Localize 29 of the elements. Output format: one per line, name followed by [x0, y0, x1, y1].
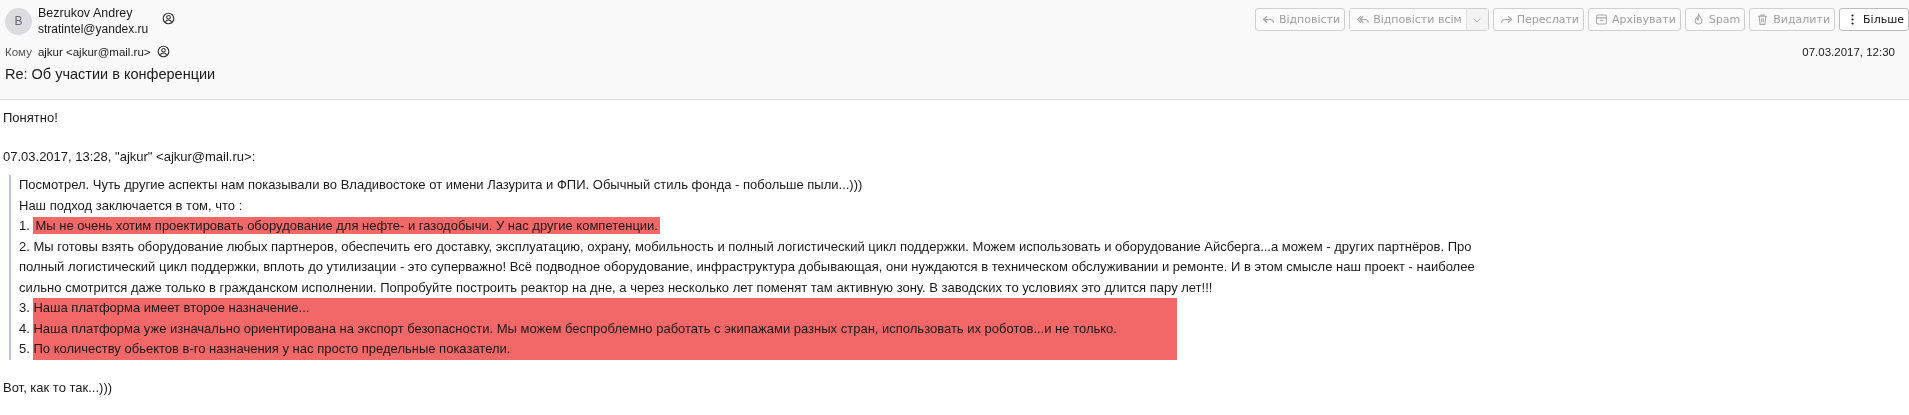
email-date: 07.03.2017, 12:30: [1802, 45, 1895, 58]
quote-attribution: 07.03.2017, 13:28, "ajkur" <ajkur@mail.ru>:: [3, 147, 257, 166]
quote-text: Посмотрел. Чуть другие аспекты нам показывали во Владивостоке от имени Лазурита и ФПИ. Обычный стиль фонда - побольше пыли...))): [19, 176, 864, 194]
sender-name: Bezrukov Andrey: [38, 6, 134, 20]
highlighted-text: Наша платформа имеет второе назначение...: [33, 299, 311, 317]
highlighted-text: Мы не очень хотим проектировать оборудование для нефте- и газодобычи. У нас другие компетенции.: [33, 217, 660, 234]
highlighted-text: По количеству обьектов в-го назначения у нас просто предельные показатели.: [33, 340, 512, 358]
quote-text: Наш подход заключается в том, что :: [19, 196, 244, 215]
reply-icon: [1261, 13, 1275, 26]
reply-all-icon: [1356, 13, 1370, 26]
contact-icon: [156, 45, 170, 58]
trash-icon: [1756, 13, 1770, 26]
archive-icon: [1595, 13, 1608, 26]
more-button[interactable]: Більше: [1839, 8, 1909, 31]
recipient-address: ajkur <ajkur@mail.ru>: [37, 45, 151, 58]
quote-text: Вот, как то так...))): [3, 378, 114, 397]
list-number: 3.: [19, 299, 31, 317]
list-number: 5.: [19, 340, 31, 358]
highlighted-text: Наша платформа уже изначально ориентирована на экспорт безопасности. Мы можем беспроблемно работать с экипажами разных стран, использовать их роботов...и не только.: [33, 319, 1117, 338]
forward-icon: [1499, 13, 1513, 26]
avatar: B: [5, 7, 32, 35]
list-item: 2. Мы готовы взять оборудование любых партнеров, обеспечить его доставку, эксплуатацию, охрану, мобильность и полный логистический цикл поддержки. Можем использовать и оборудование Айсберга...а можем - других партнёров. Про полный логистический цикл поддержки, вплоть до утилизации - это суперважно! Всё подводное оборудование, инфраструктура добывающая, они нуждаются в техническом обслуживании и ремонте. И в этом смысле наш проект - наиболее сильно смотрится даже только в гражданском исполнении. Попробуйте построить реактор на дне, а через несколько лет поменят там активную зону. В заводских то условиях это длится пару лет!!!: [19, 237, 1476, 297]
body-text: Понятно!: [3, 109, 59, 127]
email-subject: Re: Об участии в конференции: [5, 66, 217, 82]
list-number: 4.: [19, 319, 31, 338]
list-number: 1.: [19, 218, 31, 233]
sender-email: stratintel@yandex.ru: [38, 22, 149, 36]
contact-icon: [162, 12, 176, 25]
to-label: Кому: [5, 45, 32, 58]
